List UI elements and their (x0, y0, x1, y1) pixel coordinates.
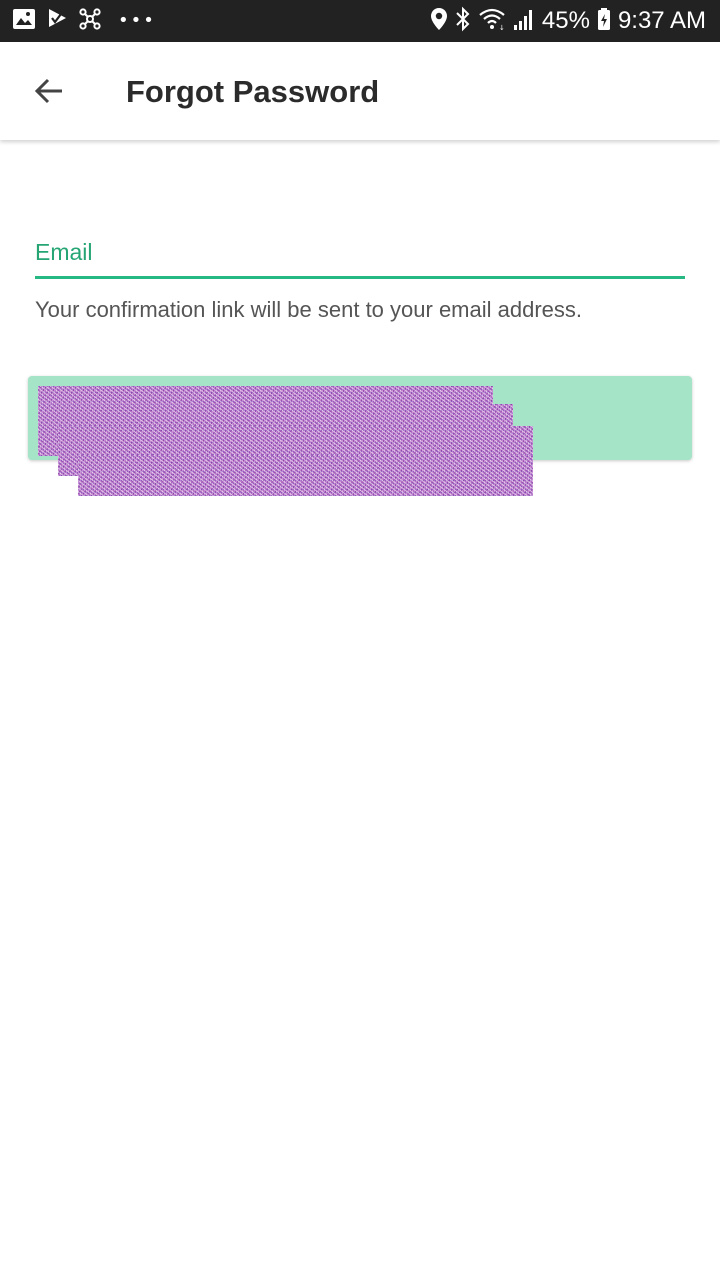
page-title: Forgot Password (126, 74, 380, 109)
email-field[interactable]: Email (35, 234, 685, 280)
email-input[interactable] (35, 236, 685, 274)
image-icon (12, 8, 36, 35)
status-left-icons: ••• (12, 7, 156, 36)
email-underline (35, 276, 685, 279)
signal-icon (513, 7, 535, 36)
wifi-icon: ↓↑ (478, 7, 511, 36)
forgot-password-screen: ••• ↓↑ (0, 0, 720, 1280)
redaction-block (78, 455, 533, 496)
status-time: 9:37 AM (617, 7, 706, 34)
location-icon (430, 7, 448, 36)
more-dots-icon: ••• (118, 10, 156, 31)
network-share-icon (78, 7, 102, 36)
bluetooth-icon (455, 6, 471, 37)
back-button[interactable] (22, 66, 76, 120)
status-right-icons: ↓↑ 45% 9:37 AM (430, 6, 706, 36)
check-flag-icon (46, 7, 68, 36)
battery-percent: 45% (541, 7, 590, 34)
battery-icon (597, 7, 611, 36)
helper-text: Your confirmation link will be sent to y… (35, 297, 583, 322)
app-bar: Forgot Password (0, 42, 720, 140)
status-bar: ••• ↓↑ (0, 0, 720, 42)
arrow-left-icon (33, 75, 65, 112)
svg-text:↓↑: ↓↑ (499, 24, 506, 31)
